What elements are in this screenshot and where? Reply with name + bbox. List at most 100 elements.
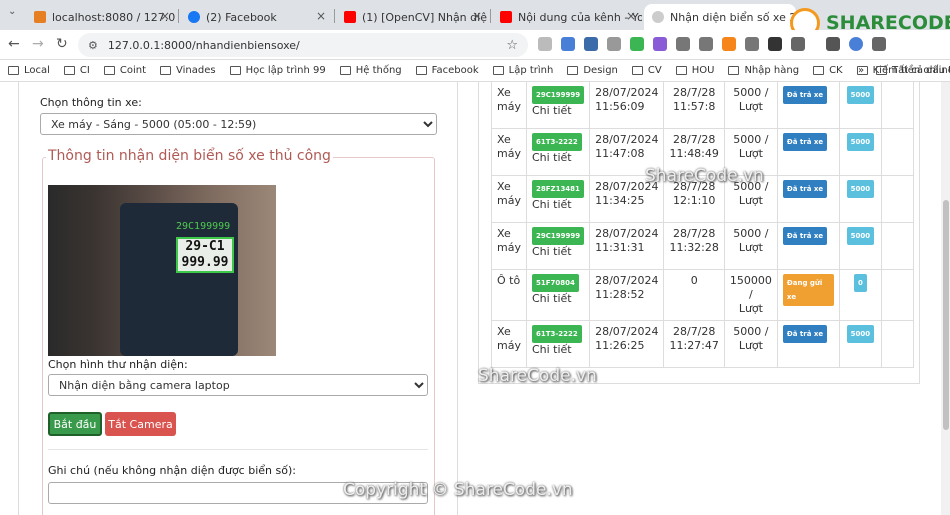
extension-icon[interactable] <box>607 37 621 51</box>
fee-badge: 5000 <box>846 86 875 104</box>
cell-text: 28/07/2024 <box>595 325 659 338</box>
url-input[interactable]: ⚙ 127.0.0.1:8000/nhandienbiensoxe/ ☆ <box>78 33 528 57</box>
history-table: Xe máy 29C199999 Chi tiết 28/07/2024 11:56:0… <box>491 82 914 368</box>
translate-icon[interactable] <box>561 37 575 51</box>
extension-icon[interactable] <box>630 37 644 51</box>
table-cell: 28/07/2024 11:56:09 <box>589 82 665 129</box>
folder-icon <box>160 66 171 75</box>
watermark: ShareCode.vn <box>645 166 764 186</box>
download-icon[interactable] <box>826 37 840 51</box>
all-bookmarks[interactable]: Tất cả dấu trang <box>876 65 950 76</box>
detail-link[interactable]: Chi tiết <box>532 292 572 305</box>
site-info-icon[interactable]: ⚙ <box>88 39 98 52</box>
cell-text: 11:31:31 <box>595 241 645 254</box>
metamask-icon[interactable] <box>722 37 736 51</box>
fee-badge: 5000 <box>846 325 875 343</box>
youtube-icon <box>344 11 356 23</box>
table-cell: 5000 <box>838 222 882 270</box>
start-button[interactable]: Bắt đầu <box>48 412 102 436</box>
tab-youtube-opencv[interactable]: (1) [OpenCV] Nhận diện biể × <box>336 4 488 30</box>
tab-facebook[interactable]: (2) Facebook × <box>180 4 332 30</box>
star-icon[interactable]: ☆ <box>506 38 518 53</box>
status-badge: Đã trả xe <box>782 325 828 343</box>
vehicle-select[interactable]: Xe máy - Sáng - 5000 (05:00 - 12:59) <box>40 113 437 135</box>
table-cell <box>880 128 914 176</box>
extension-icon[interactable] <box>745 37 759 51</box>
camera-icon[interactable] <box>538 37 552 51</box>
detail-link[interactable]: Chi tiết <box>532 104 572 117</box>
fee-badge: 5000 <box>846 227 875 245</box>
bookmark-folder[interactable]: Nhập hàng <box>728 65 799 76</box>
reload-icon[interactable]: ↻ <box>56 36 68 52</box>
extension-icon[interactable] <box>653 37 667 51</box>
bookmark-folder[interactable]: CI <box>63 65 90 76</box>
forward-icon[interactable]: → <box>32 36 44 52</box>
bookmark-folder[interactable]: Design <box>567 65 618 76</box>
cell-text: 5000 / <box>733 86 769 99</box>
bookmark-folder[interactable]: Hệ thống <box>339 65 402 76</box>
detail-link[interactable]: Chi tiết <box>532 151 572 164</box>
bookmark-folder[interactable]: Facebook <box>415 65 479 76</box>
cell-text: 0 <box>690 274 698 287</box>
tab-youtube-channel[interactable]: Nội dung của kênh - YouTu × <box>492 4 642 30</box>
bookmark-folder[interactable]: Vinades <box>160 65 216 76</box>
close-icon[interactable]: × <box>626 9 636 23</box>
cell-text: 11:47:08 <box>595 147 645 160</box>
watermark: ShareCode.vn <box>478 366 597 386</box>
detail-link[interactable]: Chi tiết <box>532 198 572 211</box>
bookmark-folder[interactable]: Lập trình <box>492 65 553 76</box>
table-cell: Xe máy <box>491 222 527 270</box>
close-icon[interactable]: × <box>472 9 482 23</box>
page-content: Chọn thông tin xe: Xe máy - Sáng - 5000 … <box>0 82 950 515</box>
cell-text: Lượt <box>738 241 763 254</box>
bookmark-folder[interactable]: HOU <box>675 65 714 76</box>
cell-text: 5000 / <box>733 133 769 146</box>
fee-badge: 5000 <box>846 180 875 198</box>
bookmark-folder[interactable]: Local <box>8 65 50 76</box>
extension-icon[interactable] <box>699 37 713 51</box>
scrollbar-thumb[interactable] <box>943 200 949 430</box>
method-select[interactable]: Nhận diện bằng camera laptop <box>48 374 428 396</box>
tab-phpmyadmin[interactable]: localhost:8080 / 127.0.0.1 / c × <box>26 4 176 30</box>
method-label: Chọn hình thư nhận diện: <box>48 358 188 371</box>
copyright-watermark: Copyright © ShareCode.vn <box>343 480 573 500</box>
close-icon[interactable]: × <box>160 9 170 23</box>
close-icon[interactable]: × <box>316 9 326 23</box>
detail-link[interactable]: Chi tiết <box>532 343 572 356</box>
extension-icon[interactable] <box>768 37 782 51</box>
puzzle-icon[interactable] <box>791 37 805 51</box>
cell-text: Xe máy <box>497 133 521 160</box>
table-row: Xe máy 61T3-2222 Chi tiết 28/07/2024 11:26:2… <box>491 320 914 368</box>
extension-icons <box>538 37 886 51</box>
table-cell: 5000 /Lượt <box>723 320 778 368</box>
cell-text: 28/07/2024 <box>595 86 659 99</box>
table-cell: 5000 <box>838 128 882 176</box>
extension-icon[interactable] <box>676 37 690 51</box>
extension-icon[interactable] <box>584 37 598 51</box>
table-cell: 61T3-2222 Chi tiết <box>525 128 591 176</box>
table-cell <box>880 175 914 223</box>
table-cell: 150000 /Lượt <box>723 269 778 321</box>
bookmark-folder[interactable]: Học lập trình 99 <box>229 65 326 76</box>
bookmark-folder[interactable]: CV <box>631 65 662 76</box>
menu-icon[interactable] <box>872 37 886 51</box>
plate-badge: 29C199999 <box>531 227 585 245</box>
cell-text: 28/7/28 <box>672 227 716 240</box>
cell-text: 28/07/2024 <box>595 133 659 146</box>
tab-list-icon[interactable]: ⌄ <box>8 6 16 17</box>
bookmark-folder[interactable]: CK <box>813 65 843 76</box>
plate-badge: 51F70804 <box>531 274 579 292</box>
more-bookmarks-icon[interactable]: » <box>858 65 864 76</box>
bookmark-folder[interactable]: Coint <box>103 65 146 76</box>
folder-icon <box>415 66 427 75</box>
plate-badge: 61T3-2222 <box>531 325 582 343</box>
camera-off-button[interactable]: Tắt Camera <box>105 412 176 436</box>
detail-link[interactable]: Chi tiết <box>532 245 572 258</box>
profile-icon[interactable] <box>849 37 863 51</box>
plate-badge: 29C199999 <box>531 86 585 104</box>
tab-active[interactable]: Nhận diện biển số xe 20204 <box>644 4 796 30</box>
table-cell <box>880 222 914 270</box>
back-icon[interactable]: ← <box>8 36 20 52</box>
status-badge: Đã trả xe <box>782 227 828 245</box>
table-cell: Xe máy <box>491 320 527 368</box>
